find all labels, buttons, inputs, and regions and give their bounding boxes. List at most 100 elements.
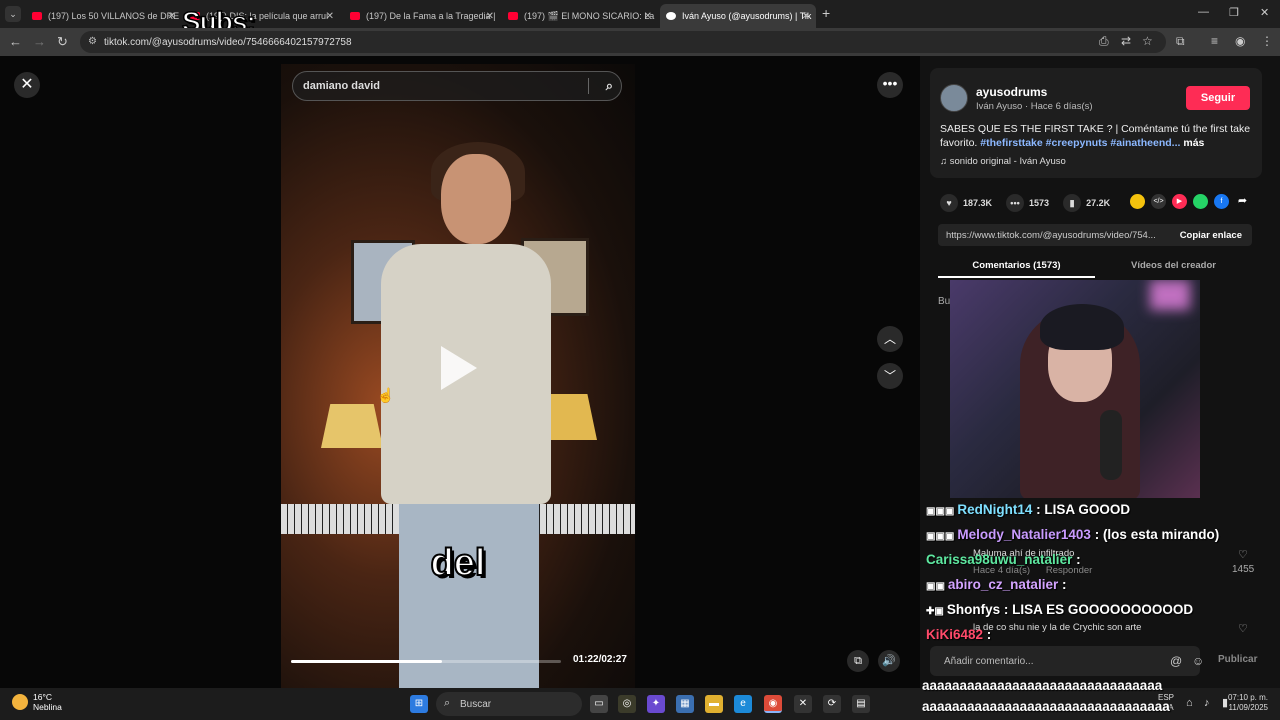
close-window-icon[interactable]: ✕ [1260,6,1269,19]
coin-icon[interactable] [1130,194,1145,209]
badge-icons: ✚▣ [926,606,944,617]
copilot-icon[interactable]: ✦ [647,695,665,713]
mouse-cursor-icon: ☝ [377,387,395,403]
app-icon[interactable]: ⟳ [823,695,841,713]
pip-icon[interactable]: ⧉ [847,650,869,672]
youtube-icon [350,12,360,20]
translate-icon[interactable]: ⇄ [1121,34,1131,48]
reply-link[interactable]: Responder [1046,565,1092,576]
comment-stat[interactable]: ••• 1573 [1006,194,1049,212]
video-description: SABES QUE ES THE FIRST TAKE ? | Coméntam… [940,123,1251,149]
tiktok-page: ✕ ••• ︿ ﹀ del damiano david ⌕ 01:22/02:2… [0,56,1280,688]
new-tab-button[interactable]: + [822,5,830,21]
play-icon[interactable] [441,346,477,390]
network-icon[interactable]: ⌂ [1186,698,1193,709]
like-stat[interactable]: ♥ 187.3K [940,194,992,212]
site-info-icon[interactable]: ⚙ [88,36,97,47]
person-jeans [399,494,539,688]
tab-search-dropdown-icon[interactable]: ⌄ [5,6,21,22]
browser-tab-3[interactable]: (197) De la Fama a la Tragedia | ✕ [344,4,500,28]
creator-subline: Iván Ayuso · Hace 6 días(s) [976,101,1093,112]
install-icon[interactable]: ⎙ [1099,34,1109,49]
chrome-icon[interactable]: ◉ [764,695,782,713]
emoji-icon[interactable]: ☺ [1192,654,1204,668]
close-tab-icon[interactable]: ✕ [168,11,176,22]
reload-icon[interactable]: ↻ [57,34,68,50]
copy-link-button[interactable]: Copiar enlace [1180,230,1242,241]
next-video-button[interactable]: ﹀ [877,363,903,389]
search-icon[interactable]: ⌕ [606,78,613,94]
heart-icon: ♥ [940,194,958,212]
app-icon[interactable]: ◎ [618,695,636,713]
mention-icon[interactable]: @ [1170,654,1182,668]
browser-tab-1[interactable]: (197) Los 50 VILLANOS de DRE ✕ [26,4,182,28]
more-link[interactable]: más [1183,137,1204,149]
video-progress-bar[interactable] [291,660,561,663]
app-icon[interactable]: ▤ [852,695,870,713]
whatsapp-icon[interactable] [1193,194,1208,209]
embed-icon[interactable]: </> [1151,194,1166,209]
windows-start-icon[interactable]: ⊞ [410,695,428,713]
side-panel: ayusodrums Iván Ayuso · Hace 6 días(s) S… [920,56,1280,688]
browser-tab-5[interactable]: Iván Ayuso (@ayusodrums) | Tik ✕ [660,4,816,28]
creator-card: ayusodrums Iván Ayuso · Hace 6 días(s) S… [930,68,1262,178]
bookmark-star-icon[interactable]: ☆ [1142,34,1153,48]
lamp [321,404,383,448]
taskbar-search[interactable]: ⌕ Buscar [436,692,582,716]
share-arrow-icon[interactable]: ➦ [1235,194,1250,209]
minimize-icon[interactable]: — [1198,6,1209,18]
edge-icon[interactable]: e [734,695,752,713]
search-icon: ⌕ [444,697,451,709]
extensions-icon[interactable]: ⧉ [1176,34,1185,49]
badge-icons: ▣▣▣ [926,531,955,542]
tab-comments[interactable]: Comentarios (1573) [938,254,1095,278]
more-options-button[interactable]: ••• [877,72,903,98]
comment-like-icon[interactable]: ♡ [1238,622,1248,635]
browser-tab-4[interactable]: (197) 🎬 El MONO SICARIO: La ✕ [502,4,658,28]
creator-username[interactable]: ayusodrums [976,85,1047,99]
send-icon[interactable]: ▶ [1172,194,1187,209]
url-field[interactable]: ⚙ tiktok.com/@ayusodrums/video/754666640… [80,31,1166,53]
purple-light [1150,280,1190,310]
maximize-icon[interactable]: ❐ [1229,6,1239,19]
close-tab-icon[interactable]: ✕ [644,11,652,22]
search-input[interactable]: damiano david ⌕ [292,71,622,101]
share-row: </> ▶ f ➦ [1130,194,1256,209]
close-player-button[interactable]: ✕ [14,72,40,98]
comment-likes: 1455 [1232,564,1255,575]
close-tab-icon[interactable]: ✕ [802,11,810,22]
forward-icon[interactable]: → [33,34,46,49]
volume-icon[interactable]: 🔊 [878,650,900,672]
save-stat[interactable]: ▮ 27.2K [1063,194,1110,212]
reading-list-icon[interactable]: ≡ [1211,34,1218,48]
weather-widget[interactable]: 16°C Neblina [12,692,62,712]
back-icon[interactable]: ← [9,34,22,49]
creator-avatar[interactable] [940,84,968,112]
share-link-field[interactable]: https://www.tiktok.com/@ayusodrums/video… [938,224,1252,246]
add-comment-input[interactable]: Añadir comentario... @ ☺ [930,646,1204,676]
follow-button[interactable]: Seguir [1186,86,1250,110]
close-tab-icon[interactable]: ✕ [486,11,494,22]
comment-like-icon[interactable]: ♡ [1238,548,1248,561]
speaker-icon[interactable]: ♪ [1204,698,1210,709]
store-icon[interactable]: ▦ [676,695,694,713]
chat-spam-line: aaaaaaaaaaaaaaaaaaaaaaaaaaaaaaaaa [922,699,1170,714]
clock[interactable]: 07:10 p. m. 11/09/2025 [1226,693,1268,713]
app-icon[interactable]: ✕ [794,695,812,713]
task-view-icon[interactable]: ▭ [590,695,608,713]
music-note-icon: ♫ [940,156,950,167]
badge-icons: ▣▣ [926,581,945,592]
video-player[interactable]: del damiano david ⌕ 01:22/02:27 [281,64,635,688]
previous-video-button[interactable]: ︿ [877,326,903,352]
tab-creator-videos[interactable]: Vídeos del creador [1095,254,1252,278]
sound-link[interactable]: ♫ sonido original - Iván Ayuso [940,156,1066,167]
chat-spam-line: aaaaaaaaaaaaaaaaaaaaaaaaaaaaaaaa [922,678,1163,693]
facebook-icon[interactable]: f [1214,194,1229,209]
close-tab-icon[interactable]: ✕ [326,11,334,22]
file-explorer-icon[interactable]: ▬ [705,695,723,713]
hashtags[interactable]: #thefirsttake #creepynuts #ainatheend... [980,137,1180,149]
menu-kebab-icon[interactable]: ⋮ [1261,34,1273,48]
profile-icon[interactable]: ◉ [1235,34,1245,48]
youtube-icon [508,12,518,20]
publish-button[interactable]: Publicar [1218,654,1257,665]
